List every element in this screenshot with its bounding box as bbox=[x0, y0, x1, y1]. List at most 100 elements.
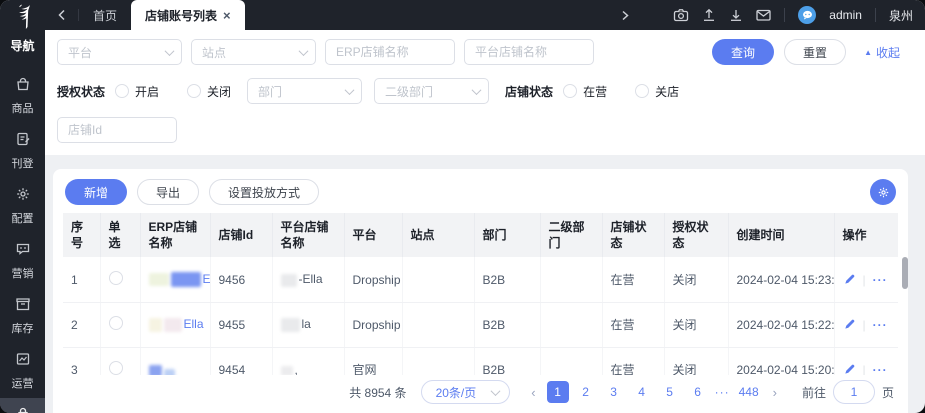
mail-icon[interactable] bbox=[756, 9, 771, 21]
upload-icon[interactable] bbox=[702, 8, 716, 22]
edit-pencil-icon[interactable] bbox=[843, 273, 856, 286]
tab-label: 店铺账号列表 bbox=[145, 8, 218, 23]
radio-icon[interactable] bbox=[115, 84, 130, 98]
screenshot-camera-icon[interactable] bbox=[673, 8, 689, 22]
sidebar-item-label: 营销 bbox=[11, 268, 34, 280]
page-number-6[interactable]: 6 bbox=[687, 381, 709, 403]
fairy-logo-icon bbox=[11, 4, 35, 35]
add-button[interactable]: 新增 bbox=[65, 179, 128, 205]
more-actions-icon[interactable]: ··· bbox=[873, 273, 888, 287]
avatar[interactable] bbox=[798, 6, 817, 24]
erp-shop-name-input[interactable] bbox=[336, 45, 446, 59]
table-toolbar: 新增 导出 设置投放方式 bbox=[53, 169, 908, 213]
radio-icon[interactable] bbox=[635, 84, 650, 98]
page-size-select[interactable]: 20条/页 bbox=[420, 380, 511, 404]
erp-shop-name-link[interactable]: Ella bbox=[203, 272, 210, 286]
col-header: ERP店铺名称 bbox=[140, 213, 211, 258]
download-icon[interactable] bbox=[729, 8, 743, 22]
shop-close-radio[interactable]: 关店 bbox=[635, 83, 679, 100]
goto-page-input[interactable] bbox=[832, 380, 875, 404]
table-wrapper: 序号 单选 ERP店铺名称 店铺Id 平台店铺名称 平台 站点 部门 二级部门 … bbox=[53, 213, 908, 375]
prev-page-icon[interactable]: ‹ bbox=[526, 385, 540, 400]
edit-pencil-icon[interactable] bbox=[843, 363, 856, 375]
row-select-radio[interactable] bbox=[108, 361, 123, 375]
col-header: 店铺状态 bbox=[602, 213, 665, 258]
row-index: 1 bbox=[63, 257, 101, 303]
sidebar-item-label: 刊登 bbox=[11, 158, 34, 170]
auth-on-radio[interactable]: 开启 bbox=[115, 83, 159, 100]
next-page-icon[interactable]: › bbox=[768, 385, 782, 400]
radio-icon[interactable] bbox=[187, 84, 202, 98]
sub-department-select[interactable]: 二级部门 bbox=[374, 78, 490, 104]
page-number-1[interactable]: 1 bbox=[546, 381, 569, 403]
redacted-block bbox=[280, 273, 297, 287]
pages-ellipsis[interactable]: ··· bbox=[715, 385, 730, 399]
redacted-block bbox=[280, 318, 300, 333]
chevron-right-icon[interactable] bbox=[621, 10, 630, 21]
more-actions-icon[interactable]: ··· bbox=[873, 363, 888, 375]
radio-icon[interactable] bbox=[563, 84, 578, 98]
redacted-block bbox=[163, 318, 182, 333]
sub-department bbox=[540, 257, 603, 303]
shop-status: 在营 bbox=[602, 347, 665, 375]
tab-shop-account-list[interactable]: 店铺账号列表 × bbox=[131, 0, 245, 30]
table-panel: 新增 导出 设置投放方式 序号 单选 ERP店铺名称 店铺Id 平台店铺名称 平… bbox=[53, 169, 908, 413]
platform-select[interactable]: 平台 bbox=[57, 39, 182, 65]
sidebar-item-config[interactable]: 配置 bbox=[0, 178, 45, 233]
collapse-label: 收起 bbox=[875, 45, 900, 60]
reset-button[interactable]: 重置 bbox=[784, 39, 847, 65]
page-number-last[interactable]: 448 bbox=[736, 381, 762, 403]
sidebar-item-accounts[interactable]: 账号 bbox=[0, 398, 45, 413]
page-number-5[interactable]: 5 bbox=[659, 381, 681, 403]
page-number-4[interactable]: 4 bbox=[631, 381, 653, 403]
col-header: 序号 bbox=[63, 213, 101, 258]
sidebar-item-label: 商品 bbox=[11, 103, 34, 115]
vertical-scrollbar[interactable] bbox=[901, 253, 908, 371]
row-index: 3 bbox=[63, 347, 101, 375]
site-select[interactable]: 站点 bbox=[191, 39, 316, 65]
sidebar-item-operations[interactable]: 运营 bbox=[0, 343, 45, 398]
shop-open-radio[interactable]: 在营 bbox=[563, 83, 607, 100]
search-button[interactable]: 查询 bbox=[712, 39, 775, 65]
created-at: 2024-02-04 15:22:39 bbox=[728, 302, 835, 348]
sidebar-item-inventory[interactable]: 库存 bbox=[0, 288, 45, 343]
shop-id: 9455 bbox=[210, 302, 273, 348]
divider: | bbox=[862, 362, 866, 375]
erp-shop-name-link[interactable]: Ella bbox=[184, 317, 204, 331]
platform: 官网 bbox=[344, 347, 403, 375]
scrollbar-thumb[interactable] bbox=[902, 257, 908, 289]
shop-id-input[interactable] bbox=[68, 123, 168, 137]
divider: | bbox=[862, 272, 866, 287]
export-button[interactable]: 导出 bbox=[137, 179, 200, 205]
page-number-3[interactable]: 3 bbox=[603, 381, 625, 403]
sidebar-item-publish[interactable]: 刊登 bbox=[0, 123, 45, 178]
platform-shop-name-input[interactable] bbox=[475, 45, 585, 59]
close-icon[interactable]: × bbox=[223, 8, 231, 23]
shop-id: 9454 bbox=[210, 347, 273, 375]
row-select-radio[interactable] bbox=[108, 316, 123, 331]
more-actions-icon[interactable]: ··· bbox=[873, 318, 888, 332]
sidebar-item-goods[interactable]: 商品 bbox=[0, 68, 45, 123]
site bbox=[402, 347, 475, 375]
tab-label: 首页 bbox=[93, 8, 118, 23]
page-number-2[interactable]: 2 bbox=[575, 381, 597, 403]
topbar: 首页 店铺账号列表 × admin 泉州 bbox=[45, 0, 925, 30]
department: B2B bbox=[474, 302, 541, 348]
user-name[interactable]: admin bbox=[829, 8, 862, 22]
edit-pencil-icon[interactable] bbox=[843, 318, 856, 331]
tab-home[interactable]: 首页 bbox=[79, 0, 131, 30]
set-delivery-button[interactable]: 设置投放方式 bbox=[209, 179, 320, 205]
chevron-down-icon bbox=[344, 84, 355, 95]
gear-icon bbox=[15, 186, 31, 207]
back-chevron-icon[interactable] bbox=[45, 9, 79, 21]
department-select[interactable]: 部门 bbox=[247, 78, 363, 104]
chat-icon bbox=[15, 241, 31, 262]
row-select-radio[interactable] bbox=[108, 271, 123, 286]
collapse-toggle[interactable]: ▲ 收起 bbox=[864, 44, 900, 61]
sidebar-item-marketing[interactable]: 营销 bbox=[0, 233, 45, 288]
redacted-block bbox=[280, 365, 293, 375]
column-settings-button[interactable] bbox=[870, 179, 896, 205]
auth-off-radio[interactable]: 关闭 bbox=[187, 83, 231, 100]
logo-label: 导航 bbox=[10, 39, 35, 53]
publish-icon bbox=[15, 131, 31, 152]
